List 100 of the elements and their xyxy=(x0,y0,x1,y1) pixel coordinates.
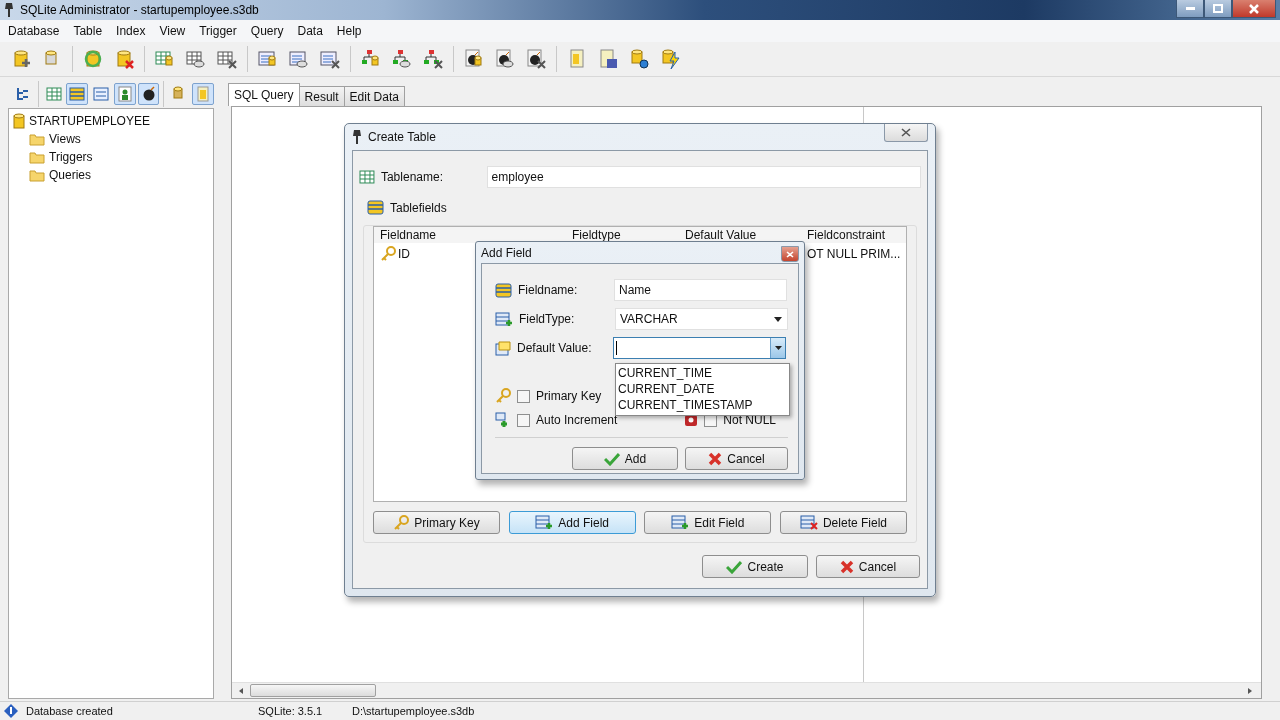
dialog-button[interactable]: Delete Field xyxy=(779,511,907,534)
person-icon xyxy=(116,86,133,102)
checkbox[interactable] xyxy=(517,389,530,403)
scroll-thumb[interactable] xyxy=(250,684,376,697)
maximize-icon xyxy=(1213,4,1223,13)
column-header: Fieldtype xyxy=(572,228,622,242)
field-label: Default Value: xyxy=(517,341,593,355)
tree-item[interactable]: STARTUPEMPLOYEE xyxy=(29,114,150,128)
hierarchy-icon[interactable] xyxy=(422,48,444,70)
dropdown-option[interactable]: CURRENT_TIME xyxy=(616,365,789,381)
tablename-field[interactable]: employee xyxy=(486,166,921,188)
key-icon xyxy=(495,388,511,404)
menu-item[interactable]: Query xyxy=(244,24,292,38)
form-icon[interactable] xyxy=(319,48,341,70)
toolbar-toggle[interactable] xyxy=(114,83,136,105)
gear-icon[interactable] xyxy=(628,48,650,70)
menu-item[interactable]: Data xyxy=(291,24,331,38)
close-button[interactable] xyxy=(1232,0,1276,18)
list-add-icon xyxy=(535,515,554,530)
menu-item[interactable]: View xyxy=(153,24,194,38)
tree-icon xyxy=(14,86,31,102)
dialog-button[interactable]: Create xyxy=(702,555,808,578)
bomb-icon[interactable] xyxy=(463,48,485,70)
key-icon xyxy=(393,514,410,531)
close-icon xyxy=(1249,3,1259,14)
floppy-disk-icon[interactable] xyxy=(597,48,619,70)
table-icon[interactable] xyxy=(216,48,238,70)
tab[interactable]: Result xyxy=(298,86,345,106)
toolbar-toggle[interactable] xyxy=(66,83,89,105)
column-header: Fieldconstraint xyxy=(807,228,887,242)
dialog-button[interactable]: Edit Field xyxy=(644,511,772,534)
hierarchy-icon[interactable] xyxy=(391,48,413,70)
close-button[interactable] xyxy=(781,246,799,262)
tab[interactable]: SQL Query xyxy=(228,83,300,106)
window-title: SQLite Administrator - startupemployee.s3db xyxy=(20,3,260,17)
dialog-title: Add Field xyxy=(481,245,533,260)
tree-item[interactable]: Views xyxy=(49,132,81,146)
table-icon xyxy=(359,169,375,185)
tab[interactable]: Edit Data xyxy=(343,86,405,106)
dialog-button[interactable]: Add Field xyxy=(508,511,636,534)
status-text: SQLite: 3.5.1 xyxy=(258,705,324,717)
column-header: Fieldname xyxy=(380,228,438,242)
checkbox[interactable] xyxy=(517,413,530,427)
list-icon xyxy=(495,282,512,298)
close-button[interactable] xyxy=(884,124,928,142)
app-icon xyxy=(352,129,362,145)
dialog-title: Create Table xyxy=(368,130,437,144)
text-field[interactable]: Name xyxy=(614,279,787,301)
dialog-button[interactable]: Cancel xyxy=(685,447,788,470)
minimize-icon xyxy=(1185,7,1195,10)
status-text: Database created xyxy=(26,705,114,717)
key-icon xyxy=(380,246,396,262)
toolbar-toggle[interactable] xyxy=(192,83,214,105)
folder-icon xyxy=(29,168,45,182)
list-edit-icon xyxy=(671,515,690,530)
note-icon xyxy=(495,340,511,356)
minimize-button[interactable] xyxy=(1176,0,1204,18)
list-icon xyxy=(367,200,384,215)
default-value-combo[interactable] xyxy=(613,337,786,359)
menu-item[interactable]: Table xyxy=(67,24,111,38)
field-label: Fieldname: xyxy=(518,283,579,297)
dialog-button[interactable]: Cancel xyxy=(816,555,920,578)
menu-item[interactable]: Trigger xyxy=(193,24,245,38)
lightning-icon[interactable] xyxy=(659,48,681,70)
bomb-icon[interactable] xyxy=(525,48,547,70)
list-edit-icon xyxy=(495,311,513,327)
close-icon xyxy=(901,128,911,137)
field-label: Tablename: xyxy=(380,170,444,184)
caret-icon xyxy=(774,316,782,322)
type-select[interactable]: VARCHAR xyxy=(615,308,788,330)
app-icon xyxy=(4,2,14,18)
dropdown-option[interactable]: CURRENT_DATE xyxy=(616,381,789,397)
checkbox-label: Auto Increment xyxy=(536,413,618,427)
dialog-button[interactable]: Primary Key xyxy=(373,511,500,534)
bomb-icon[interactable] xyxy=(494,48,516,70)
group-label: Tablefields xyxy=(390,200,447,215)
check-icon xyxy=(603,451,620,466)
table-icon[interactable] xyxy=(185,48,207,70)
maximize-button[interactable] xyxy=(1204,0,1232,18)
cross-icon xyxy=(839,559,854,574)
dropdown-button[interactable] xyxy=(770,338,785,358)
check-icon xyxy=(726,559,743,574)
field-label: FieldType: xyxy=(519,312,576,326)
tree-item[interactable]: Triggers xyxy=(49,150,93,164)
caret-icon xyxy=(774,346,782,350)
menu-item[interactable]: Help xyxy=(330,24,370,38)
menu-item[interactable]: Database xyxy=(2,24,68,38)
dialog-button[interactable]: Add xyxy=(572,447,678,470)
folder-icon xyxy=(29,132,45,146)
document-icon xyxy=(195,86,212,102)
menu-item[interactable]: Index xyxy=(110,24,154,38)
cross-icon xyxy=(708,451,723,466)
tree-item[interactable]: Queries xyxy=(49,168,92,182)
status-text: D:\startupemployee.s3db xyxy=(352,705,476,717)
table-icon xyxy=(45,86,62,102)
horizontal-scrollbar[interactable] xyxy=(232,682,1261,698)
list-icon xyxy=(69,86,86,102)
dropdown-option[interactable]: CURRENT_TIMESTAMP xyxy=(616,397,789,413)
form-icon[interactable] xyxy=(288,48,310,70)
toolbar-toggle[interactable] xyxy=(137,83,160,105)
